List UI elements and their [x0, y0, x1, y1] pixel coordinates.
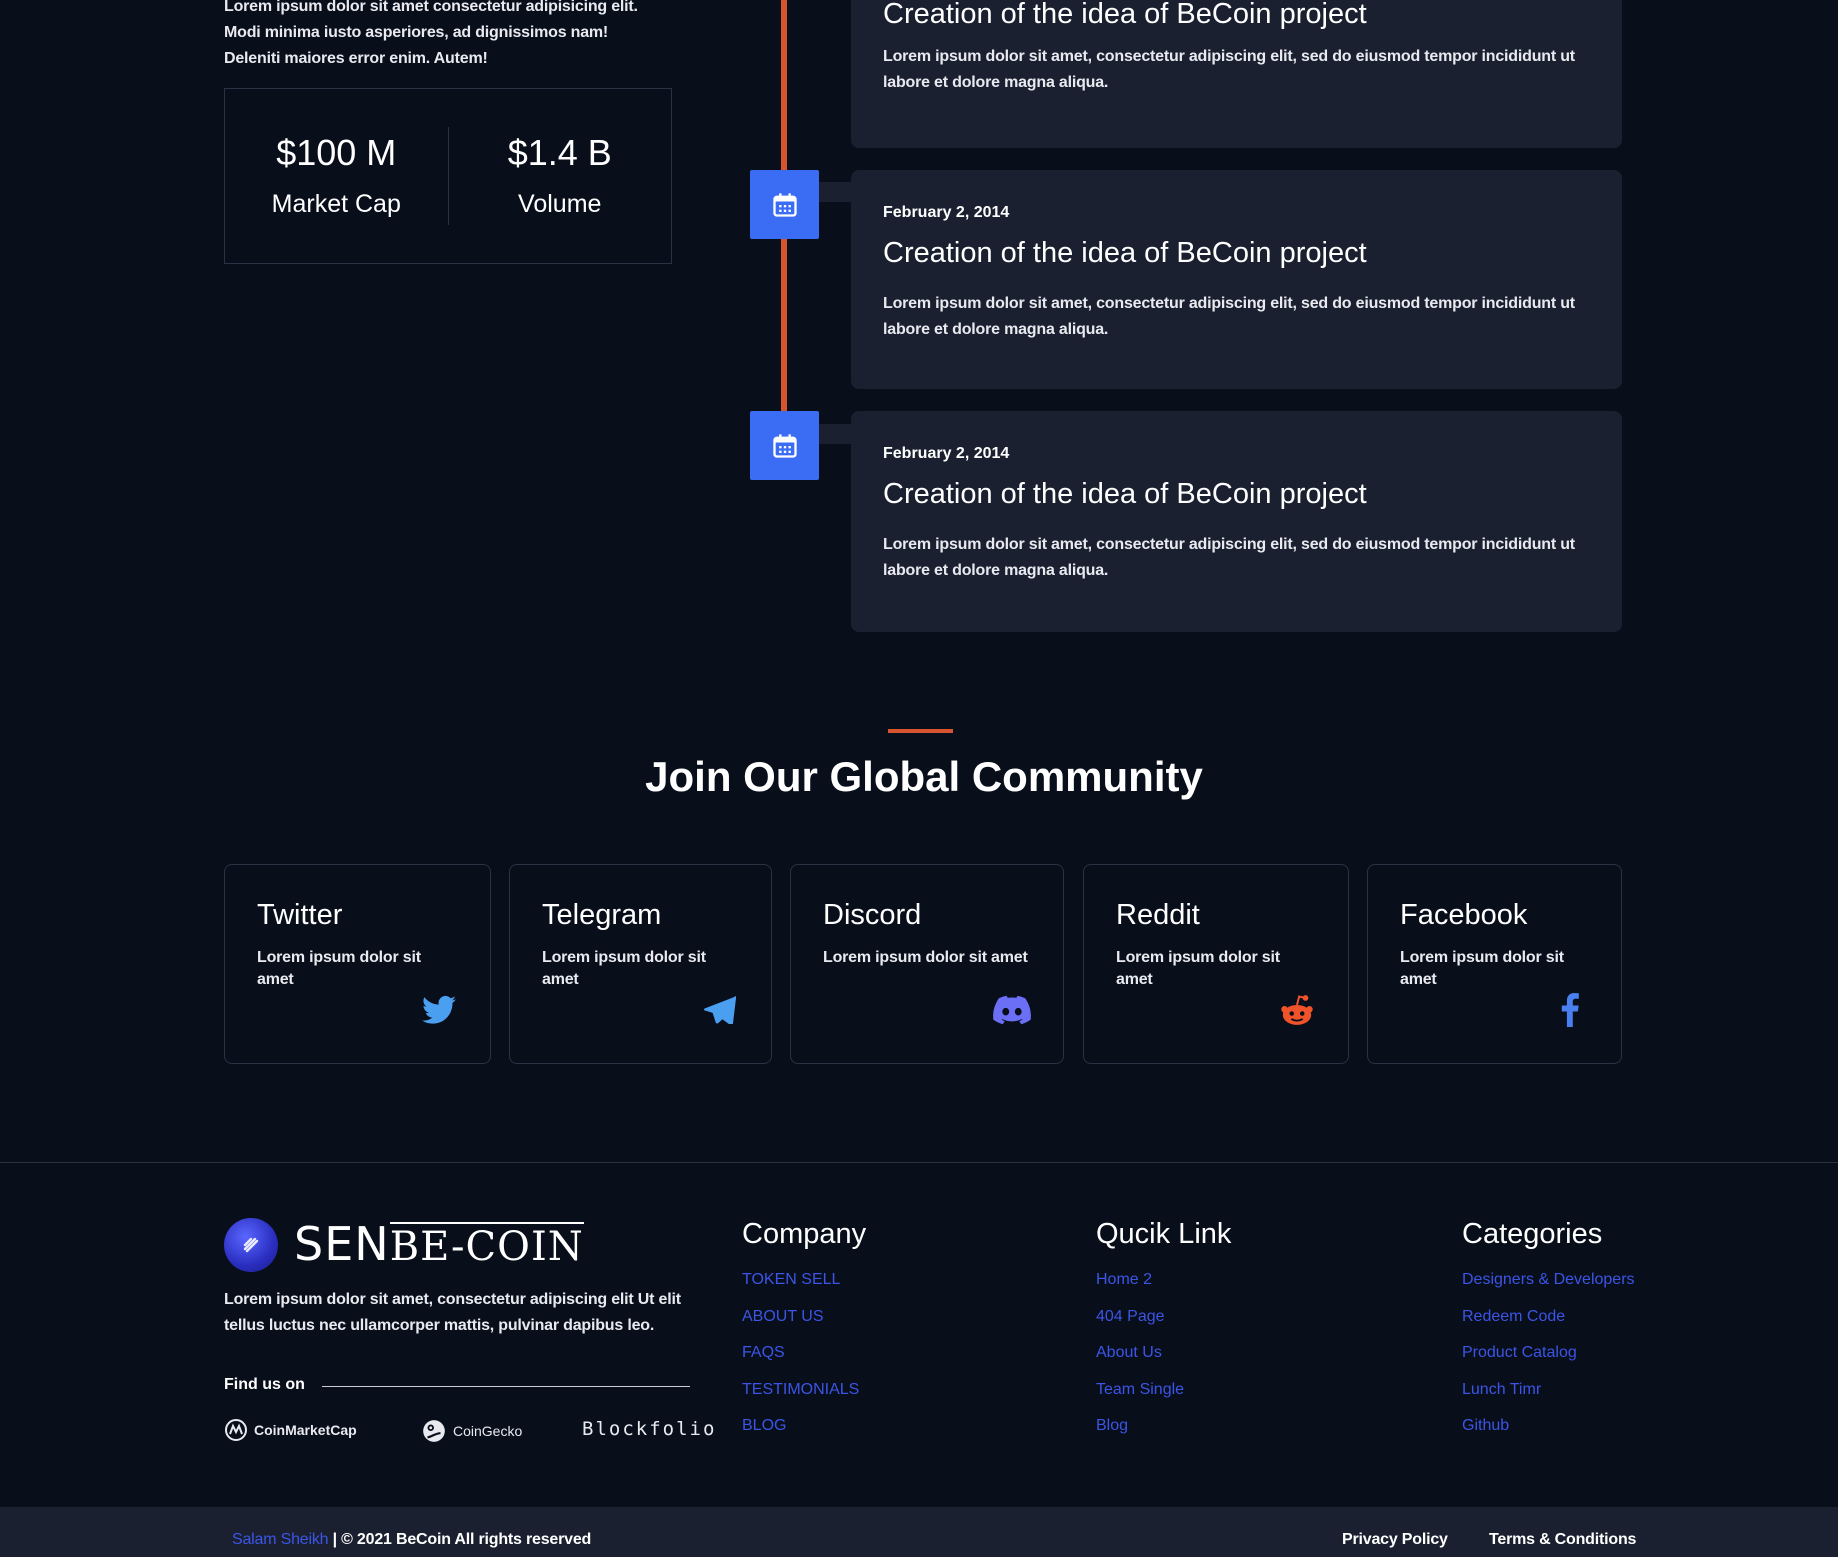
timeline-card: Creation of the idea of BeCoin project L… — [851, 0, 1622, 148]
social-card-discord[interactable]: Discord Lorem ipsum dolor sit amet — [790, 864, 1064, 1064]
stat-label: Market Cap — [271, 190, 401, 218]
stat-market-cap: $100 M Market Cap — [225, 131, 448, 221]
stat-volume: $1.4 B Volume — [449, 131, 672, 221]
footer-link[interactable]: Product Catalog — [1462, 1335, 1635, 1372]
social-card-desc: Lorem ipsum dolor sit amet — [823, 949, 1028, 966]
timeline-title: Creation of the idea of BeCoin project — [883, 0, 1367, 30]
terms-link[interactable]: Terms & Conditions — [1489, 1531, 1636, 1549]
social-card-title: Facebook — [1400, 899, 1528, 931]
stat-label: Volume — [518, 190, 602, 218]
timeline-date: February 2, 2014 — [883, 204, 1010, 221]
partner-coinmarketcap[interactable]: CoinMarketCap — [224, 1418, 357, 1442]
social-card-reddit[interactable]: Reddit Lorem ipsum dolor sit amet — [1083, 864, 1349, 1064]
coingecko-icon — [423, 1420, 445, 1442]
footer-link[interactable]: 404 Page — [1096, 1299, 1231, 1336]
partner-name: Blockfolio — [582, 1418, 717, 1440]
footer-link[interactable]: BLOG — [742, 1408, 866, 1445]
timeline-desc: Lorem ipsum dolor sit amet, consectetur … — [883, 48, 1575, 91]
partner-name: CoinGecko — [453, 1423, 523, 1439]
calendar-icon — [772, 433, 797, 458]
timeline-marker — [750, 411, 819, 480]
stat-value: $1.4 B — [507, 132, 612, 173]
section-accent — [888, 729, 953, 733]
footer-links: Home 2 404 Page About Us Team Single Blo… — [1096, 1262, 1231, 1445]
partner-blockfolio[interactable]: Blockfolio — [582, 1418, 716, 1440]
footer-column-title: Company — [742, 1218, 867, 1250]
footer-link[interactable]: TOKEN SELL — [742, 1262, 866, 1299]
footer-link[interactable]: Redeem Code — [1462, 1299, 1635, 1336]
social-card-title: Telegram — [542, 899, 662, 931]
social-card-desc: Lorem ipsum dolor sit amet — [257, 949, 421, 988]
social-card-telegram[interactable]: Telegram Lorem ipsum dolor sit amet — [509, 864, 772, 1064]
footer-brand[interactable]: SENBE-COIN — [224, 1218, 584, 1272]
footer-column-company: Company TOKEN SELL ABOUT US FAQS TESTIMO… — [742, 1216, 866, 1445]
footer-link[interactable]: Github — [1462, 1408, 1635, 1445]
copyright: Salam Sheikh | © 2021 BeCoin All rights … — [232, 1531, 591, 1549]
footer-link[interactable]: TESTIMONIALS — [742, 1372, 866, 1409]
brand-name-part2: BE-COIN — [389, 1221, 584, 1270]
partner-name: CoinMarketCap — [254, 1422, 357, 1438]
community-title: Join Our Global Community — [645, 753, 1203, 800]
brand-name-part1: SEN — [294, 1216, 390, 1271]
footer-column-title: Categories — [1462, 1218, 1603, 1250]
timeline-card: February 2, 2014 Creation of the idea of… — [851, 170, 1622, 389]
brand-name: SENBE-COIN — [294, 1219, 584, 1272]
telegram-icon — [701, 991, 739, 1029]
footer-column-title: Qucik Link — [1096, 1218, 1232, 1250]
social-card-title: Discord — [823, 899, 922, 931]
intro-text: Lorem ipsum dolor sit amet consectetur a… — [224, 0, 638, 67]
privacy-policy-link[interactable]: Privacy Policy — [1342, 1531, 1448, 1549]
facebook-icon — [1551, 991, 1589, 1029]
social-card-desc: Lorem ipsum dolor sit amet — [1116, 949, 1280, 988]
reddit-icon — [1278, 991, 1316, 1029]
social-card-title: Reddit — [1116, 899, 1200, 931]
social-card-facebook[interactable]: Facebook Lorem ipsum dolor sit amet — [1367, 864, 1622, 1064]
timeline-connector — [819, 424, 851, 444]
calendar-icon — [772, 192, 797, 217]
footer-divider — [0, 1162, 1838, 1163]
footer-column-quick-link: Qucik Link Home 2 404 Page About Us Team… — [1096, 1216, 1231, 1445]
page: Lorem ipsum dolor sit amet consectetur a… — [0, 0, 1838, 1557]
footer-links: TOKEN SELL ABOUT US FAQS TESTIMONIALS BL… — [742, 1262, 866, 1445]
brand-logo-icon — [224, 1218, 278, 1272]
author-link[interactable]: Salam Sheikh — [232, 1531, 329, 1548]
find-us-label: Find us on — [224, 1376, 305, 1393]
footer-about: Lorem ipsum dolor sit amet, consectetur … — [224, 1291, 681, 1334]
timeline-title: Creation of the idea of BeCoin project — [883, 237, 1367, 269]
footer-link[interactable]: Designers & Developers — [1462, 1262, 1635, 1299]
timeline-card: February 2, 2014 Creation of the idea of… — [851, 411, 1622, 632]
partner-coingecko[interactable]: CoinGecko — [421, 1418, 522, 1444]
social-card-twitter[interactable]: Twitter Lorem ipsum dolor sit amet — [224, 864, 491, 1064]
discord-icon — [993, 991, 1031, 1029]
footer-link[interactable]: Blog — [1096, 1408, 1231, 1445]
footer-link[interactable]: ABOUT US — [742, 1299, 866, 1336]
timeline-desc: Lorem ipsum dolor sit amet, consectetur … — [883, 536, 1575, 579]
footer-link[interactable]: Home 2 — [1096, 1262, 1231, 1299]
coinmarketcap-icon — [225, 1419, 247, 1441]
timeline-marker — [750, 170, 819, 239]
timeline-connector — [819, 182, 851, 202]
timeline-desc: Lorem ipsum dolor sit amet, consectetur … — [883, 295, 1575, 338]
footer-column-categories: Categories Designers & Developers Redeem… — [1462, 1216, 1635, 1445]
footer-link[interactable]: Lunch Timr — [1462, 1372, 1635, 1409]
find-us-divider — [322, 1386, 690, 1387]
footer-links: Designers & Developers Redeem Code Produ… — [1462, 1262, 1635, 1445]
twitter-icon — [420, 991, 458, 1029]
social-card-desc: Lorem ipsum dolor sit amet — [1400, 949, 1564, 988]
footer-link[interactable]: Team Single — [1096, 1372, 1231, 1409]
stats-box: $100 M Market Cap $1.4 B Volume — [224, 88, 672, 264]
timeline-title: Creation of the idea of BeCoin project — [883, 478, 1367, 510]
timeline-date: February 2, 2014 — [883, 445, 1010, 462]
stat-value: $100 M — [276, 132, 397, 173]
social-card-title: Twitter — [257, 899, 343, 931]
social-card-desc: Lorem ipsum dolor sit amet — [542, 949, 706, 988]
footer-link[interactable]: FAQS — [742, 1335, 866, 1372]
footer-link[interactable]: About Us — [1096, 1335, 1231, 1372]
copyright-text: | © 2021 BeCoin All rights reserved — [328, 1531, 592, 1548]
